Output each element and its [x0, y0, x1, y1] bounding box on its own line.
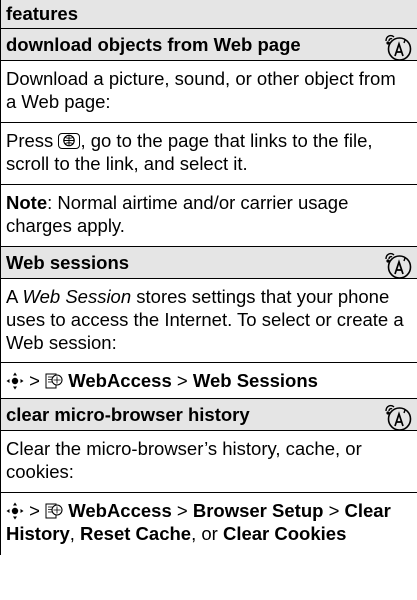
- menu-separator: >: [29, 500, 40, 521]
- menu-item-web-sessions: Web Sessions: [192, 370, 318, 391]
- table-header: features: [0, 0, 417, 29]
- list-separator: , or: [191, 523, 223, 544]
- section-title: download objects from Web page: [6, 34, 301, 55]
- paragraph: Download a picture, sound, or other obje…: [0, 61, 417, 123]
- paragraph-text: : Normal airtime and/or carrier usage ch…: [6, 192, 349, 236]
- table-header-label: features: [6, 3, 78, 24]
- web-session-term: Web Session: [22, 286, 132, 307]
- menu-path: > WebAccess > Web Sessions: [0, 363, 417, 399]
- menu-item-browser-setup: Browser Setup: [192, 500, 324, 521]
- network-operator-feature-icon: [385, 34, 412, 61]
- menu-separator: >: [29, 370, 40, 391]
- web-access-icon: [45, 503, 63, 519]
- section-title: clear micro-browser history: [6, 404, 250, 425]
- navigation-key-icon: [6, 502, 24, 520]
- menu-item-webaccess: WebAccess: [68, 370, 172, 391]
- menu-separator: >: [176, 370, 188, 391]
- features-table: features download objects from Web page …: [0, 0, 417, 555]
- web-access-icon: [45, 373, 63, 389]
- paragraph: Note: Normal airtime and/or carrier usag…: [0, 185, 417, 247]
- menu-item-reset-cache: Reset Cache: [80, 523, 192, 544]
- navigation-key-icon: [6, 372, 24, 390]
- paragraph: Clear the micro-browser’s history, cache…: [0, 431, 417, 493]
- menu-item-webaccess: WebAccess: [68, 500, 172, 521]
- section-title-row: download objects from Web page: [0, 29, 417, 61]
- section-title-row: clear micro-browser history: [0, 399, 417, 431]
- note-label: Note: [6, 192, 48, 213]
- table-left-border: [0, 0, 1, 555]
- section-title-row: Web sessions: [0, 247, 417, 279]
- paragraph: A Web Session stores settings that your …: [0, 279, 417, 363]
- network-operator-feature-icon: [385, 404, 412, 431]
- paragraph-text: A: [6, 286, 23, 307]
- paragraph-text: Press: [6, 130, 59, 151]
- paragraph-text: Download a picture, sound, or other obje…: [6, 68, 396, 112]
- network-operator-feature-icon: [385, 252, 412, 279]
- browser-key-icon: [58, 133, 81, 149]
- menu-separator: >: [328, 500, 340, 521]
- menu-item-clear-cookies: Clear Cookies: [222, 523, 347, 544]
- menu-path: > WebAccess > Browser Setup > Clear Hist…: [0, 493, 417, 555]
- section-title: Web sessions: [6, 252, 130, 273]
- list-separator: ,: [69, 523, 81, 544]
- paragraph-text: Clear the micro-browser’s history, cache…: [6, 438, 362, 482]
- paragraph: Press , go to the page that links to the…: [0, 123, 417, 185]
- menu-separator: >: [176, 500, 188, 521]
